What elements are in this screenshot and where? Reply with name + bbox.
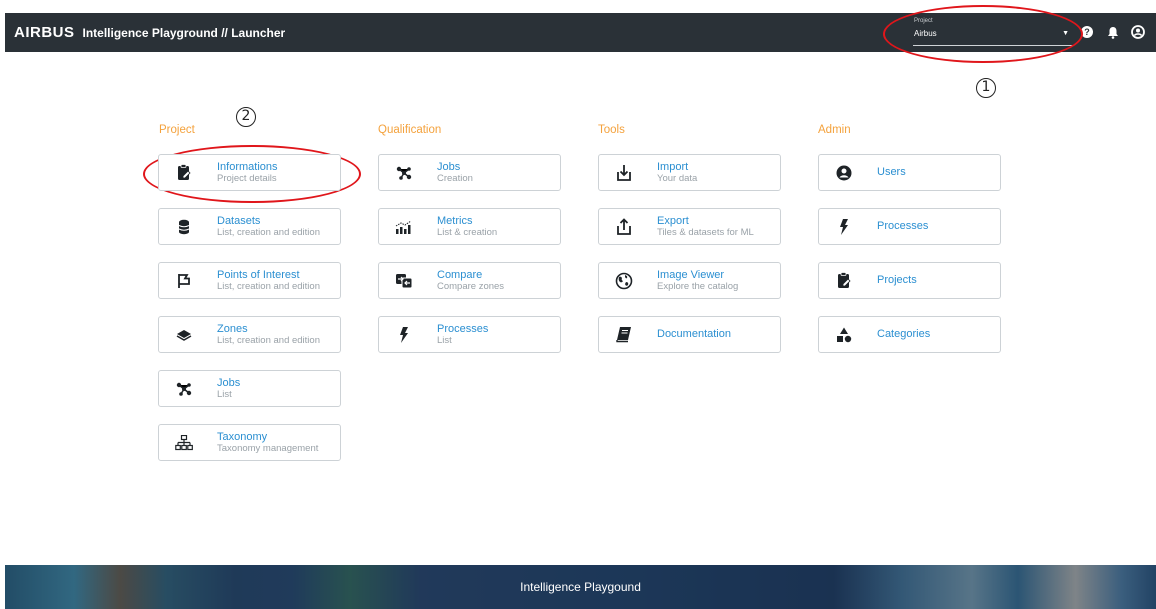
section-title-tools: Tools (598, 124, 625, 136)
shapes-icon (834, 325, 854, 345)
section-title-admin: Admin (818, 124, 851, 136)
card-project-taxonomy[interactable]: Taxonomy Taxonomy management (158, 424, 341, 461)
section-title-qualification: Qualification (378, 124, 442, 136)
network-icon (394, 163, 414, 183)
annotation-number-2: 2 (236, 107, 256, 127)
chevron-down-icon: ▼ (1062, 30, 1069, 37)
card-project-informations[interactable]: Informations Project details (158, 154, 341, 191)
card-title: Zones (217, 322, 248, 335)
network-icon (174, 379, 194, 399)
project-select[interactable]: Project Airbus ▼ (913, 16, 1073, 46)
card-title: Processes (877, 220, 929, 232)
card-title: Datasets (217, 214, 261, 227)
card-admin-projects[interactable]: Projects (818, 262, 1001, 299)
card-subtitle: Taxonomy management (217, 442, 319, 454)
card-title: Taxonomy (217, 430, 268, 443)
top-app-bar: AIRBUS Intelligence Playground // Launch… (5, 13, 1156, 52)
card-subtitle: Compare zones (437, 280, 505, 292)
card-title: Jobs (217, 376, 241, 389)
card-subtitle: Project details (217, 172, 277, 184)
card-tools-documentation[interactable]: Documentation (598, 316, 781, 353)
card-title: Compare (437, 268, 483, 281)
card-title: Export (657, 214, 689, 227)
project-select-value: Airbus (914, 29, 937, 38)
clipboard-edit-icon (834, 271, 854, 291)
card-title: Points of Interest (217, 268, 300, 281)
footer-text: Intelligence Playgound (520, 580, 641, 594)
card-project-datasets[interactable]: Datasets List, creation and edition (158, 208, 341, 245)
card-subtitle: List & creation (437, 226, 498, 238)
card-subtitle: Your data (657, 172, 698, 184)
chart-icon (394, 217, 414, 237)
bell-icon[interactable] (1105, 24, 1121, 40)
bolt-icon (394, 325, 414, 345)
airbus-logo[interactable]: AIRBUS (14, 24, 75, 41)
account-icon[interactable] (1130, 24, 1146, 40)
card-project-points-of-interest[interactable]: Points of Interest List, creation and edi… (158, 262, 341, 299)
card-tools-import[interactable]: Import Your data (598, 154, 781, 191)
card-subtitle: List, creation and edition (217, 226, 320, 238)
card-admin-users[interactable]: Users (818, 154, 1001, 191)
card-qualification-processes[interactable]: Processes List (378, 316, 561, 353)
card-title: Jobs (437, 160, 461, 173)
card-title: Informations (217, 160, 278, 173)
card-subtitle: Creation (437, 172, 473, 184)
bolt-icon (834, 217, 854, 237)
card-subtitle: Tiles & datasets for ML (657, 226, 754, 238)
card-title: Projects (877, 274, 917, 286)
project-select-label: Project (914, 18, 933, 24)
card-subtitle: List (437, 334, 452, 346)
help-icon[interactable]: ? (1079, 24, 1095, 40)
card-qualification-compare[interactable]: Compare Compare zones (378, 262, 561, 299)
user-circle-icon (834, 163, 854, 183)
card-admin-categories[interactable]: Categories (818, 316, 1001, 353)
card-subtitle: Explore the catalog (657, 280, 739, 292)
card-project-zones[interactable]: Zones List, creation and edition (158, 316, 341, 353)
card-subtitle: List, creation and edition (217, 334, 320, 346)
compare-icon (394, 271, 414, 291)
card-subtitle: List (217, 388, 232, 400)
card-admin-processes[interactable]: Processes (818, 208, 1001, 245)
annotation-number-1: 1 (976, 78, 996, 98)
export-icon (614, 217, 634, 237)
card-title: Documentation (657, 328, 731, 340)
card-qualification-jobs[interactable]: Jobs Creation (378, 154, 561, 191)
footer-banner: Intelligence Playgound (5, 565, 1156, 609)
card-tools-export[interactable]: Export Tiles & datasets for ML (598, 208, 781, 245)
card-qualification-metrics[interactable]: Metrics List & creation (378, 208, 561, 245)
app-title: Intelligence Playground // Launcher (82, 25, 286, 40)
sitemap-icon (174, 433, 194, 453)
card-tools-image-viewer[interactable]: Image Viewer Explore the catalog (598, 262, 781, 299)
card-title: Import (657, 160, 689, 173)
card-title: Metrics (437, 214, 473, 227)
clipboard-edit-icon (174, 163, 194, 183)
flag-icon (174, 271, 194, 291)
card-title: Users (877, 166, 906, 178)
book-icon (614, 325, 634, 345)
card-subtitle: List, creation and edition (217, 280, 320, 292)
card-title: Categories (877, 328, 931, 340)
card-title: Processes (437, 322, 489, 335)
globe-icon (614, 271, 634, 291)
card-title: Image Viewer (657, 268, 725, 281)
section-title-project: Project (159, 124, 195, 136)
database-icon (174, 217, 194, 237)
layers-icon (174, 325, 194, 345)
import-icon (614, 163, 634, 183)
card-project-jobs[interactable]: Jobs List (158, 370, 341, 407)
